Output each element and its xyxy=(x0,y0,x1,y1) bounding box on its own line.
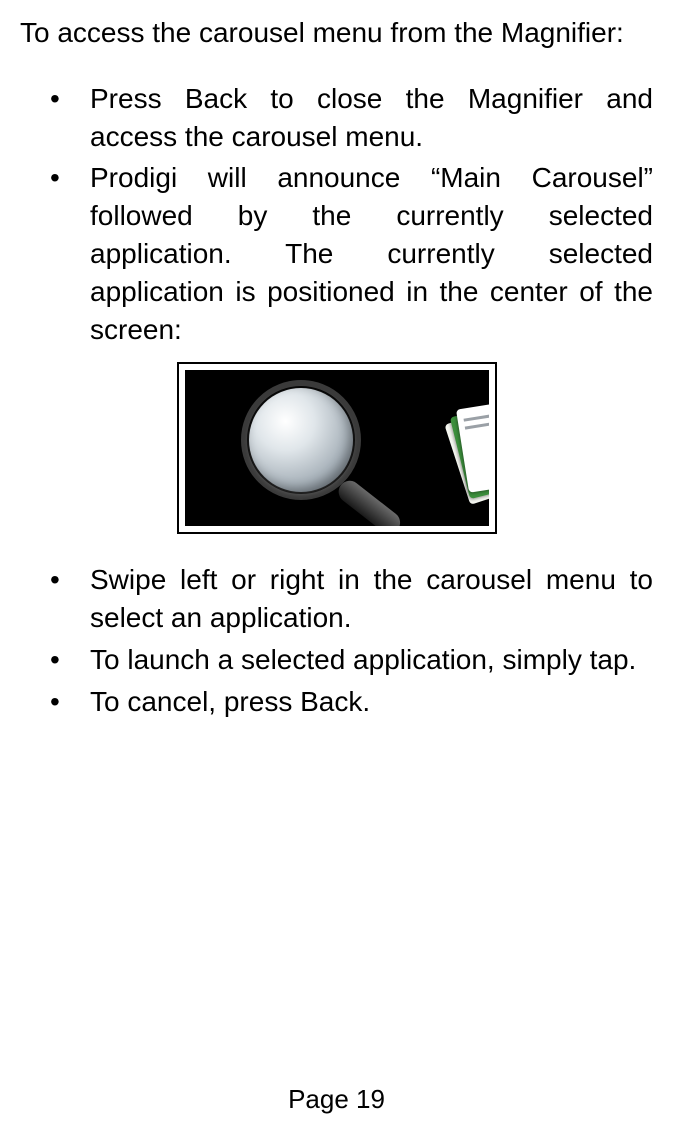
magnifier-handle-icon xyxy=(334,477,404,527)
carousel-figure-wrap xyxy=(20,362,653,539)
gallery-peek-icon xyxy=(445,399,488,503)
bullet-item: To cancel, press Back. xyxy=(20,683,653,721)
bullet-item: To launch a selected application, simply… xyxy=(20,641,653,679)
magnifier-lens-icon xyxy=(249,388,353,492)
bullet-list-top: Press Back to close the Magnifier and ac… xyxy=(20,80,653,349)
device-screen xyxy=(185,370,489,526)
page-number: Page 19 xyxy=(0,1084,673,1115)
bullet-item: Press Back to close the Magnifier and ac… xyxy=(20,80,653,156)
intro-paragraph: To access the carousel menu from the Mag… xyxy=(20,14,653,52)
bullet-item: Prodigi will announce “Main Carousel” fo… xyxy=(20,159,653,348)
bullet-item: Swipe left or right in the carousel menu… xyxy=(20,561,653,637)
bullet-list-bottom: Swipe left or right in the carousel menu… xyxy=(20,561,653,720)
carousel-screenshot xyxy=(177,362,497,534)
